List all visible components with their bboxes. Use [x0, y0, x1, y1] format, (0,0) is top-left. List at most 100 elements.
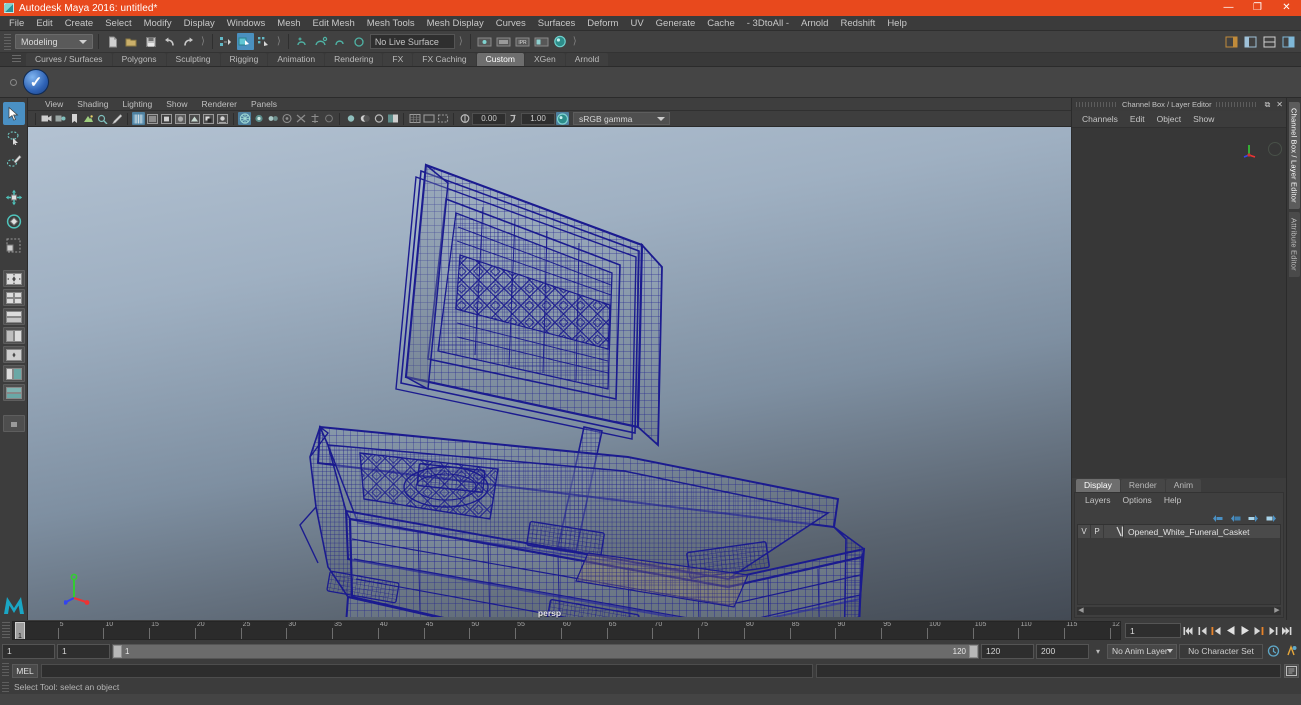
new-layer-from-selected-icon[interactable]: [1230, 510, 1241, 522]
layer-row[interactable]: V P Opened_White_Funeral_Casket: [1078, 525, 1280, 538]
render-current-frame-icon[interactable]: [476, 33, 493, 50]
depth-of-field-icon[interactable]: [266, 112, 279, 125]
scale-tool[interactable]: [3, 234, 25, 257]
animation-preferences-icon[interactable]: [1265, 645, 1281, 657]
menu-generate[interactable]: Generate: [650, 16, 702, 31]
menu-3dtoall[interactable]: - 3DtoAll -: [741, 16, 795, 31]
grid-toggle-icon[interactable]: [408, 112, 421, 125]
wireframe-on-shaded-icon[interactable]: [132, 112, 145, 125]
menu-set-selector[interactable]: Modeling: [15, 34, 93, 49]
menu-mesh-tools[interactable]: Mesh Tools: [361, 16, 421, 31]
undo-icon[interactable]: [161, 33, 178, 50]
toolbar-overflow-icon[interactable]: ⟩: [571, 36, 579, 47]
menu-redshift[interactable]: Redshift: [834, 16, 881, 31]
textured-icon[interactable]: [174, 112, 187, 125]
channel-menu-object[interactable]: Object: [1151, 114, 1188, 124]
toolbar-overflow-icon[interactable]: ⟩: [199, 36, 207, 47]
menu-modify[interactable]: Modify: [138, 16, 178, 31]
redo-icon[interactable]: [180, 33, 197, 50]
shelf-tab-polygons[interactable]: Polygons: [112, 53, 166, 66]
blue-checkmark-icon[interactable]: ✓: [23, 69, 49, 95]
character-set-field[interactable]: No Character Set: [1179, 643, 1263, 659]
menu-edit-mesh[interactable]: Edit Mesh: [307, 16, 361, 31]
vertical-tab-channel-box[interactable]: Channel Box / Layer Editor: [1288, 102, 1300, 209]
step-forward-key-icon[interactable]: [1252, 624, 1265, 638]
shelf-tab-xgen[interactable]: XGen: [524, 53, 565, 66]
range-start-field[interactable]: 1: [57, 643, 110, 659]
maximize-button[interactable]: ❐: [1243, 0, 1272, 16]
gamma-icon[interactable]: [507, 112, 520, 125]
tool-settings-toggle-icon[interactable]: [1261, 33, 1278, 50]
shelf-tab-custom[interactable]: Custom: [476, 53, 524, 66]
xray-active-components-icon[interactable]: [322, 112, 335, 125]
layer-tab-anim[interactable]: Anim: [1165, 479, 1202, 492]
lasso-select-tool[interactable]: [3, 126, 25, 149]
close-icon[interactable]: ✕: [1273, 100, 1286, 109]
script-editor-icon[interactable]: [1284, 663, 1299, 678]
shadow-toggle-icon[interactable]: [358, 112, 371, 125]
new-layer-icon[interactable]: [1212, 510, 1223, 522]
select-by-component-icon[interactable]: [256, 33, 273, 50]
undock-icon[interactable]: ⧉: [1262, 100, 1274, 110]
gamma-correct-icon[interactable]: [386, 112, 399, 125]
snap-to-grid-icon[interactable]: [294, 33, 311, 50]
single-perspective-layout[interactable]: [2, 270, 25, 287]
shelf-tab-curves-surfaces[interactable]: Curves / Surfaces: [26, 53, 112, 66]
layer-color-swatch[interactable]: [1104, 525, 1124, 538]
panel-menu-renderer[interactable]: Renderer: [195, 99, 244, 109]
toolbar-grip[interactable]: [4, 33, 11, 50]
menu-uv[interactable]: UV: [624, 16, 649, 31]
command-language-label[interactable]: MEL: [12, 663, 38, 678]
paint-select-tool[interactable]: [3, 150, 25, 173]
anim-end-field[interactable]: 200: [1036, 643, 1089, 659]
xray-joints-icon[interactable]: [308, 112, 321, 125]
channel-menu-show[interactable]: Show: [1187, 114, 1220, 124]
vertical-tab-attribute-editor[interactable]: Attribute Editor: [1288, 211, 1300, 277]
menu-create[interactable]: Create: [59, 16, 100, 31]
shelf-tab-animation[interactable]: Animation: [268, 53, 325, 66]
multisample-icon[interactable]: [252, 112, 265, 125]
panel-menu-panels[interactable]: Panels: [244, 99, 284, 109]
shaded-icon[interactable]: [160, 112, 173, 125]
persp-graph-layout[interactable]: [2, 384, 25, 401]
anim-layer-selector[interactable]: No Anim Layer: [1107, 643, 1177, 659]
outliner-persp-layout[interactable]: [2, 346, 25, 363]
rotate-tool[interactable]: [3, 210, 25, 233]
gamma-field[interactable]: 1.00: [521, 112, 555, 125]
close-button[interactable]: ✕: [1272, 0, 1301, 16]
shelf-tab-arnold[interactable]: Arnold: [565, 53, 609, 66]
range-options-icon[interactable]: ▾: [1091, 647, 1105, 656]
move-layer-down-icon[interactable]: [1266, 510, 1277, 522]
grease-pencil-icon[interactable]: [110, 112, 123, 125]
select-by-object-icon[interactable]: [236, 33, 254, 50]
attribute-editor-toggle-icon[interactable]: [1242, 33, 1259, 50]
command-input[interactable]: [41, 663, 813, 678]
layer-tab-render[interactable]: Render: [1120, 479, 1165, 492]
command-line-grip[interactable]: [2, 663, 9, 678]
scroll-left-icon[interactable]: ◀: [1077, 607, 1085, 615]
time-slider-grip[interactable]: [2, 622, 10, 639]
move-tool[interactable]: [3, 186, 25, 209]
layer-list-scrollbar[interactable]: ◀ ▶: [1077, 607, 1281, 615]
shelf-grip[interactable]: [12, 55, 21, 64]
select-tool[interactable]: [2, 102, 25, 125]
render-settings-icon[interactable]: IPR: [514, 33, 531, 50]
two-pane-side-layout[interactable]: [2, 327, 25, 344]
time-slider-playhead[interactable]: 1: [15, 622, 25, 639]
shelf-options-icon[interactable]: [10, 78, 17, 86]
use-all-lights-icon[interactable]: [188, 112, 201, 125]
hypershade-icon[interactable]: [533, 33, 550, 50]
panel-menu-lighting[interactable]: Lighting: [115, 99, 159, 109]
shelf-tab-sculpting[interactable]: Sculpting: [166, 53, 220, 66]
layer-visibility-toggle[interactable]: V: [1078, 525, 1091, 538]
exposure-icon[interactable]: [458, 112, 471, 125]
perspective-viewport[interactable]: persp: [28, 127, 1071, 620]
snap-to-curve-icon[interactable]: [313, 33, 330, 50]
layer-menu-layers[interactable]: Layers: [1079, 495, 1117, 505]
screen-space-ao-icon[interactable]: [372, 112, 385, 125]
menu-mesh[interactable]: Mesh: [271, 16, 306, 31]
two-d-pan-zoom-icon[interactable]: [96, 112, 109, 125]
panel-menu-shading[interactable]: Shading: [70, 99, 115, 109]
menu-deform[interactable]: Deform: [581, 16, 624, 31]
layer-menu-help[interactable]: Help: [1158, 495, 1187, 505]
